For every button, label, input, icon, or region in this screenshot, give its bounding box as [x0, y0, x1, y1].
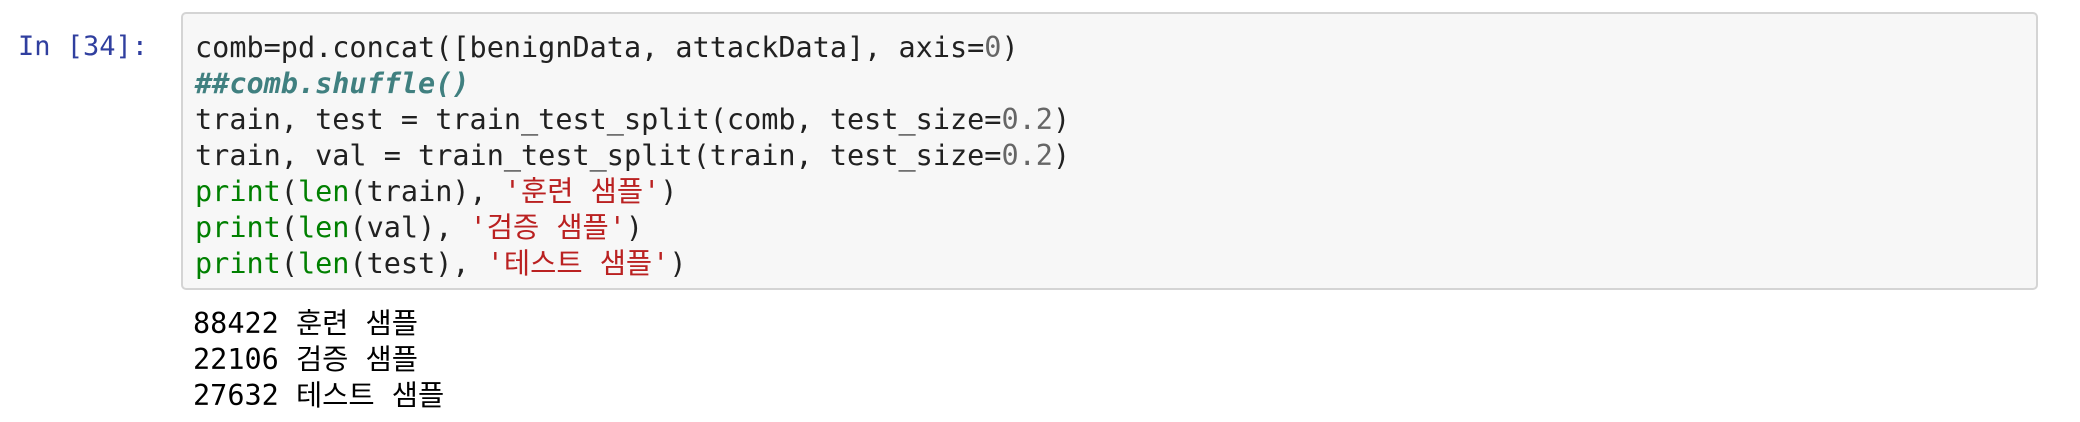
notebook-code-cell[interactable]: In [34]: comb=pd.concat([benignData, att…	[0, 0, 2080, 422]
code-token: comb=pd.concat([benignData, attackData],…	[195, 31, 985, 64]
code-token: )	[1052, 103, 1071, 136]
code-token: train, val = train_test_split(train, tes…	[195, 139, 1002, 172]
code-number: 0	[984, 31, 1002, 64]
code-token: (val),	[349, 211, 470, 244]
code-token: (	[280, 211, 298, 244]
output-line: 88422 훈련 샘플	[193, 307, 418, 340]
code-line-3: train, test = train_test_split(comb, tes…	[195, 102, 1070, 138]
code-line-7: print(len(test), '테스트 샘플')	[195, 246, 1070, 282]
input-prompt: In [34]:	[18, 31, 149, 62]
code-string: '검증 샘플'	[469, 211, 626, 244]
code-builtin: print	[195, 211, 281, 244]
code-comment: ##comb.shuffle()	[195, 67, 470, 100]
code-token: (	[280, 247, 298, 280]
code-line-1: comb=pd.concat([benignData, attackData],…	[195, 30, 1070, 66]
code-builtin: len	[297, 211, 350, 244]
code-builtin: len	[297, 175, 350, 208]
code-token: (	[280, 175, 298, 208]
code-line-6: print(len(val), '검증 샘플')	[195, 210, 1070, 246]
code-line-2: ##comb.shuffle()	[195, 66, 1070, 102]
cell-output: 88422 훈련 샘플 22106 검증 샘플 27632 테스트 샘플	[193, 306, 444, 414]
code-line-4: train, val = train_test_split(train, tes…	[195, 138, 1070, 174]
code-number: 0.2	[1001, 103, 1053, 136]
code-text: comb=pd.concat([benignData, attackData],…	[195, 30, 1070, 282]
code-token: )	[669, 247, 687, 280]
output-line: 22106 검증 샘플	[193, 343, 418, 376]
code-string: '훈련 샘플'	[503, 175, 661, 208]
code-editor[interactable]: comb=pd.concat([benignData, attackData],…	[181, 12, 2038, 290]
code-token: )	[625, 211, 644, 244]
code-builtin: print	[195, 175, 281, 208]
code-number: 0.2	[1001, 139, 1053, 172]
code-builtin: len	[297, 247, 350, 280]
output-line: 27632 테스트 샘플	[193, 379, 445, 412]
code-token: train, test = train_test_split(comb, tes…	[195, 103, 1002, 136]
code-token: (test),	[349, 247, 487, 280]
code-line-5: print(len(train), '훈련 샘플')	[195, 174, 1070, 210]
code-builtin: print	[195, 247, 281, 280]
code-token: (train),	[349, 175, 504, 208]
code-token: )	[1052, 139, 1071, 172]
code-token: )	[1001, 31, 1019, 64]
code-string: '테스트 샘플'	[486, 247, 670, 280]
code-token: )	[660, 175, 678, 208]
